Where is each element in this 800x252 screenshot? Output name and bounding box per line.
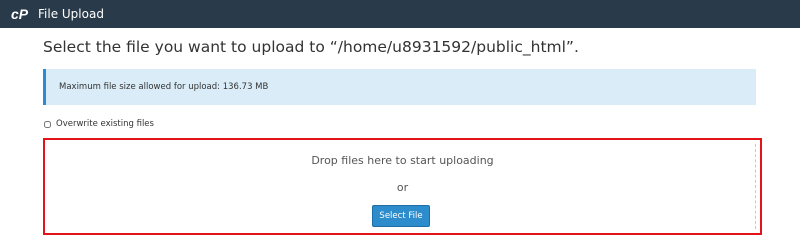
file-dropzone[interactable]: Drop files here to start uploading or Se…	[43, 138, 762, 235]
cpanel-logo-icon[interactable]: cP	[11, 5, 33, 23]
overwrite-label[interactable]: Overwrite existing files	[56, 119, 154, 129]
drop-files-text: Drop files here to start uploading	[311, 154, 494, 167]
overwrite-checkbox[interactable]	[44, 120, 51, 128]
svg-text:cP: cP	[11, 6, 29, 22]
info-alert: Maximum file size allowed for upload: 13…	[43, 69, 756, 105]
app-title: File Upload	[38, 7, 104, 21]
top-bar: cP File Upload	[0, 0, 800, 28]
select-file-button[interactable]: Select File	[372, 205, 430, 227]
or-text: or	[396, 181, 409, 194]
max-file-size-text: Maximum file size allowed for upload: 13…	[59, 82, 269, 92]
page-heading: Select the file you want to upload to “/…	[43, 38, 579, 56]
overwrite-option[interactable]: Overwrite existing files	[44, 119, 154, 129]
